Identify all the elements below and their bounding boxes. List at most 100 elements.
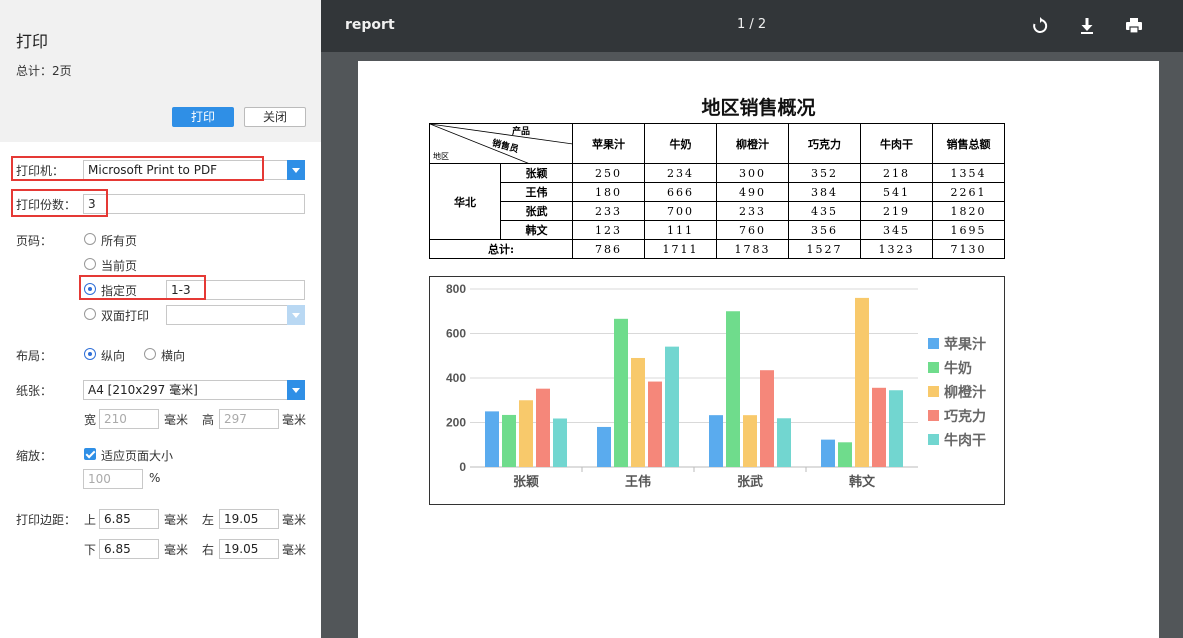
- bar: [726, 311, 740, 467]
- scale-label: 缩放：: [16, 449, 53, 463]
- duplex-label: 双面打印: [101, 309, 150, 323]
- total-cell: 7130: [932, 239, 1005, 259]
- table-cell: 352: [788, 163, 861, 183]
- y-tick-label: 800: [446, 282, 466, 296]
- margin-right-input[interactable]: 19.05: [219, 539, 279, 559]
- corner-header: 产品 销售员 地区: [429, 123, 573, 164]
- table-cell: 541: [860, 182, 933, 202]
- col-header: 牛肉干: [860, 123, 933, 164]
- salesperson-cell: 张武: [500, 201, 573, 221]
- table-cell: 300: [716, 163, 789, 183]
- portrait-label: 纵向: [101, 349, 126, 363]
- x-tick-label: 王伟: [625, 474, 651, 489]
- scale-input[interactable]: 100: [83, 469, 143, 489]
- bar: [553, 418, 567, 467]
- radio-all-pages[interactable]: [84, 233, 96, 245]
- radio-current-page[interactable]: [84, 258, 96, 270]
- printer-dropdown-icon[interactable]: [287, 160, 305, 180]
- legend-swatch: [928, 338, 939, 349]
- table-cell: 760: [716, 220, 789, 240]
- bar: [889, 390, 903, 467]
- bar: [872, 387, 886, 467]
- viewer-toolbar: report 1 / 2: [321, 0, 1183, 52]
- col-header: 销售总额: [932, 123, 1005, 164]
- percent-unit: %: [149, 471, 161, 485]
- height-unit: 毫米: [282, 413, 307, 427]
- table-cell: 2261: [932, 182, 1005, 202]
- legend-label: 苹果汁: [944, 336, 986, 352]
- y-tick-label: 200: [446, 416, 466, 430]
- col-header: 柳橙汁: [716, 123, 789, 164]
- bar: [631, 357, 645, 467]
- legend-swatch: [928, 434, 939, 445]
- bar: [665, 346, 679, 467]
- table-cell: 1354: [932, 163, 1005, 183]
- col-header: 牛奶: [644, 123, 717, 164]
- fit-page-checkbox[interactable]: [84, 448, 96, 460]
- margin-bottom-label: 下: [84, 543, 97, 557]
- x-tick-label: 韩文: [849, 474, 876, 489]
- table-cell: 233: [716, 201, 789, 221]
- close-button[interactable]: 关闭: [244, 107, 306, 127]
- fit-page-label: 适应页面大小: [101, 449, 174, 463]
- bar: [821, 439, 835, 467]
- panel-title: 打印: [16, 32, 49, 51]
- print-button[interactable]: 打印: [172, 107, 234, 127]
- document-title: report: [345, 17, 395, 33]
- radio-duplex[interactable]: [84, 308, 96, 320]
- radio-portrait[interactable]: [84, 348, 96, 360]
- col-header: 苹果汁: [572, 123, 645, 164]
- table-cell: 250: [572, 163, 645, 183]
- highlight-printer: [11, 156, 264, 181]
- margin-top-input[interactable]: 6.85: [99, 509, 159, 529]
- total-cell: 1783: [716, 239, 789, 259]
- bar: [709, 415, 723, 467]
- table-cell: 345: [860, 220, 933, 240]
- download-icon[interactable]: [1077, 16, 1097, 36]
- table-cell: 180: [572, 182, 645, 202]
- duplex-dropdown-icon[interactable]: [287, 305, 305, 325]
- rotate-icon[interactable]: [1030, 16, 1050, 36]
- col-header: 巧克力: [788, 123, 861, 164]
- report-title: 地区销售概况: [701, 97, 816, 119]
- bar: [760, 370, 774, 467]
- legend-swatch: [928, 386, 939, 397]
- paper-width-input[interactable]: 210: [99, 409, 159, 429]
- paper-select[interactable]: A4 [210x297 毫米]: [83, 380, 305, 400]
- page-indicator: 1 / 2: [737, 17, 767, 32]
- margin-bottom-input[interactable]: 6.85: [99, 539, 159, 559]
- duplex-select[interactable]: [166, 305, 305, 325]
- width-label: 宽: [84, 413, 97, 427]
- y-tick-label: 0: [459, 460, 466, 474]
- copies-input[interactable]: 3: [83, 194, 305, 214]
- chart-svg: 0 200 400 600 800 张颖 王伟 张武 韩文 苹果汁牛奶柳橙汁巧克力牛肉干: [446, 282, 986, 489]
- margin-top-unit: 毫米: [164, 513, 189, 527]
- table-row: 韩文 123 111 760 356 345 1695: [430, 220, 1005, 240]
- table-cell: 435: [788, 201, 861, 221]
- paper-dropdown-icon[interactable]: [287, 380, 305, 400]
- margin-bottom-unit: 毫米: [164, 543, 189, 557]
- margin-right-unit: 毫米: [282, 543, 307, 557]
- paper-height-input[interactable]: 297: [219, 409, 279, 429]
- total-cell: 1323: [860, 239, 933, 259]
- radio-landscape[interactable]: [144, 348, 156, 360]
- table-cell: 700: [644, 201, 717, 221]
- table-cell: 219: [860, 201, 933, 221]
- margin-left-input[interactable]: 19.05: [219, 509, 279, 529]
- print-settings-panel: 打印 总计：2页 打印 关闭 打印机： Microsoft Print to P…: [0, 0, 321, 638]
- table-cell: 490: [716, 182, 789, 202]
- legend-label: 巧克力: [944, 408, 986, 424]
- layout-label: 布局：: [16, 349, 53, 363]
- legend-label: 柳橙汁: [944, 384, 986, 400]
- width-unit: 毫米: [164, 413, 189, 427]
- table-cell: 1695: [932, 220, 1005, 240]
- corner-region: 地区: [433, 152, 449, 161]
- page-total: 总计：2页: [16, 64, 72, 78]
- bar: [519, 400, 533, 467]
- pages-label: 页码：: [16, 234, 53, 248]
- x-tick-label: 张武: [737, 474, 763, 489]
- highlight-copies: [11, 189, 108, 217]
- y-tick-label: 600: [446, 327, 466, 341]
- print-icon[interactable]: [1124, 16, 1144, 36]
- table-cell: 218: [860, 163, 933, 183]
